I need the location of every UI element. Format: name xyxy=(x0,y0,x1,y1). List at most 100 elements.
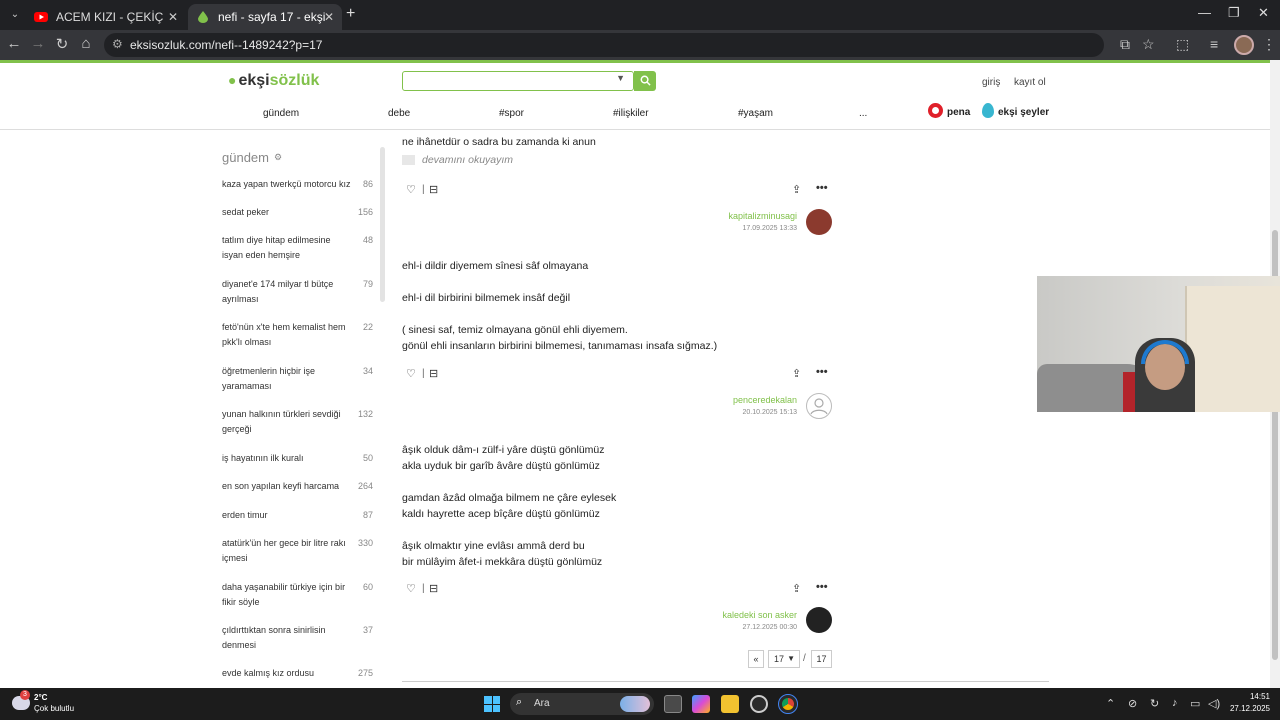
copilot-icon[interactable] xyxy=(692,695,710,713)
last-page-button[interactable]: 17 xyxy=(811,650,832,668)
downvote-icon[interactable]: ⊟ xyxy=(429,183,438,196)
downvote-icon[interactable]: ⊟ xyxy=(429,367,438,380)
more-options-icon[interactable]: ••• xyxy=(816,581,828,593)
search-button[interactable] xyxy=(634,71,656,91)
pena-icon[interactable] xyxy=(928,103,943,118)
gear-icon[interactable]: ⚙ xyxy=(274,152,282,163)
profile-avatar[interactable] xyxy=(1234,35,1254,55)
share-icon[interactable]: ⇪ xyxy=(792,582,801,595)
heart-icon[interactable]: ♡ xyxy=(406,367,416,380)
sidebar-item[interactable]: çıldırttıktan sonra sinirlisin denmesi 37 xyxy=(222,623,377,653)
nav-iliskiler[interactable]: #ilişkiler xyxy=(613,108,649,119)
clock-time[interactable]: 14:51 xyxy=(1230,692,1270,701)
windows-start-icon[interactable] xyxy=(484,696,500,712)
tab-youtube[interactable]: ACEM KIZI - ÇEKİÇ ALİ #ace ✕ xyxy=(26,4,186,30)
sidebar-item[interactable]: erden timur 87 xyxy=(222,508,377,523)
sidebar-item[interactable]: en son yapılan keyfi harcama 264 xyxy=(222,479,377,494)
nav-yasam[interactable]: #yaşam xyxy=(738,108,773,119)
close-icon[interactable]: ✕ xyxy=(324,7,334,27)
search-input[interactable]: ▼ xyxy=(402,71,634,91)
dropdown-caret-icon[interactable]: ▼ xyxy=(616,73,625,83)
eksi-seyler-link[interactable]: ekşi şeyler xyxy=(998,107,1049,118)
extensions-icon[interactable]: ⬚ xyxy=(1176,36,1189,53)
heart-icon[interactable]: ♡ xyxy=(406,582,416,595)
tab-search-icon[interactable]: ⌄ xyxy=(6,6,24,24)
site-logo[interactable]: ● ekşisözlük xyxy=(228,72,319,90)
sidebar-scrollbar[interactable] xyxy=(380,147,385,302)
site-info-icon[interactable]: ⚙ xyxy=(112,37,123,51)
expand-icon[interactable] xyxy=(402,155,415,165)
avatar[interactable] xyxy=(806,607,832,633)
sidebar-item[interactable]: sedat peker 156 xyxy=(222,205,377,220)
sidebar-item[interactable]: daha yaşanabilir türkiye için bir fikir … xyxy=(222,580,377,610)
entry-date[interactable]: 17.09.2025 13:33 xyxy=(743,225,798,232)
read-more-link[interactable]: devamını okuyayım xyxy=(422,154,513,166)
nav-gundem[interactable]: gündem xyxy=(263,108,299,119)
back-icon[interactable]: ← xyxy=(4,35,24,52)
share-icon[interactable]: ⇪ xyxy=(792,367,801,380)
sidebar-item[interactable]: diyanet'e 174 milyar tl bütçe ayrılması 7… xyxy=(222,277,377,307)
reload-icon[interactable]: ↻ xyxy=(52,35,72,53)
prev-page-button[interactable]: « xyxy=(748,650,764,668)
page-select[interactable]: 17 ▼ xyxy=(768,650,800,668)
share-icon[interactable]: ⇪ xyxy=(792,183,801,196)
microphone-icon[interactable]: ♪ xyxy=(1172,697,1178,709)
page-select-value: 17 xyxy=(774,654,785,664)
home-icon[interactable]: ⌂ xyxy=(76,35,96,52)
sidebar-item[interactable]: yunan halkının türkleri sevdiği gerçeği 1… xyxy=(222,407,377,437)
file-explorer-icon[interactable] xyxy=(721,695,739,713)
weather-desc[interactable]: Çok bulutlu xyxy=(34,704,74,713)
nav-debe[interactable]: debe xyxy=(388,108,410,119)
entry-author[interactable]: kapitalizminusagi xyxy=(728,211,797,221)
weather-temp[interactable]: 2°C xyxy=(34,693,47,702)
menu-icon[interactable]: ⋮ xyxy=(1262,36,1276,53)
avatar[interactable] xyxy=(806,209,832,235)
pena-link[interactable]: pena xyxy=(947,107,970,118)
address-bar[interactable]: ⚙ eksisozluk.com/nefi--1489242?p=17 xyxy=(104,33,1104,57)
clock-date[interactable]: 27.12.2025 xyxy=(1222,704,1270,713)
chevron-up-icon[interactable]: ⌃ xyxy=(1106,697,1115,710)
more-options-icon[interactable]: ••• xyxy=(816,366,828,378)
settings-icon[interactable] xyxy=(750,695,768,713)
sidebar-item[interactable]: kaza yapan twerkçü motorcu kız 86 xyxy=(222,177,377,192)
minimize-icon[interactable]: — xyxy=(1198,5,1211,20)
sidebar-item[interactable]: tatlım diye hitap edilmesine isyan eden … xyxy=(222,233,377,263)
more-options-icon[interactable]: ••• xyxy=(816,182,828,194)
forward-icon[interactable]: → xyxy=(28,35,48,52)
network-icon[interactable]: ⊘ xyxy=(1128,697,1137,710)
restore-icon[interactable]: ❐ xyxy=(1228,5,1240,21)
sidebar-item[interactable]: evde kalmış kız ordusu 275 xyxy=(222,666,377,681)
sidebar-item-title: çıldırttıktan sonra sinirlisin denmesi xyxy=(222,625,326,650)
register-link[interactable]: kayıt ol xyxy=(1014,77,1046,88)
sidebar-item-title: en son yapılan keyfi harcama xyxy=(222,481,340,491)
taskbar-search[interactable]: ⌕ Ara xyxy=(510,693,654,715)
sidebar-item-count: 50 xyxy=(362,453,373,463)
window-close-icon[interactable]: ✕ xyxy=(1258,5,1269,21)
sync-icon[interactable]: ↻ xyxy=(1150,697,1159,710)
reading-list-icon[interactable]: ≡ xyxy=(1210,36,1218,52)
volume-icon[interactable]: ◁) xyxy=(1208,697,1220,710)
task-view-icon[interactable] xyxy=(664,695,682,713)
nav-more[interactable]: ... xyxy=(859,108,867,119)
display-icon[interactable]: ▭ xyxy=(1190,697,1200,710)
downvote-icon[interactable]: ⊟ xyxy=(429,582,438,595)
new-tab-icon[interactable]: + xyxy=(346,5,355,23)
login-link[interactable]: giriş xyxy=(982,77,1000,88)
eksi-seyler-icon[interactable] xyxy=(982,103,994,118)
entry-author[interactable]: penceredekalan xyxy=(733,395,797,405)
heart-icon[interactable]: ♡ xyxy=(406,183,416,196)
bookmark-star-icon[interactable]: ☆ xyxy=(1142,36,1155,53)
avatar[interactable] xyxy=(806,393,832,419)
install-icon[interactable]: ⧉ xyxy=(1120,36,1130,53)
sidebar-item[interactable]: iş hayatının ilk kuralı 50 xyxy=(222,451,377,466)
close-icon[interactable]: ✕ xyxy=(168,7,178,27)
entry-author[interactable]: kaledeki son asker xyxy=(722,610,797,620)
sidebar-item[interactable]: öğretmenlerin hiçbir işe yaramaması 34 xyxy=(222,364,377,394)
nav-spor[interactable]: #spor xyxy=(499,108,524,119)
entry-date[interactable]: 27.12.2025 00:30 xyxy=(743,624,798,631)
sidebar-item[interactable]: fetö'nün x'te hem kemalist hem pkk'lı ol… xyxy=(222,320,377,350)
tab-eksi[interactable]: nefi - sayfa 17 - ekşi sözlük ✕ xyxy=(188,4,342,30)
entry-date[interactable]: 20.10.2025 15:13 xyxy=(743,409,798,416)
chrome-icon[interactable] xyxy=(778,694,798,714)
sidebar-item[interactable]: atatürk'ün her gece bir litre rakı içmes… xyxy=(222,536,377,566)
